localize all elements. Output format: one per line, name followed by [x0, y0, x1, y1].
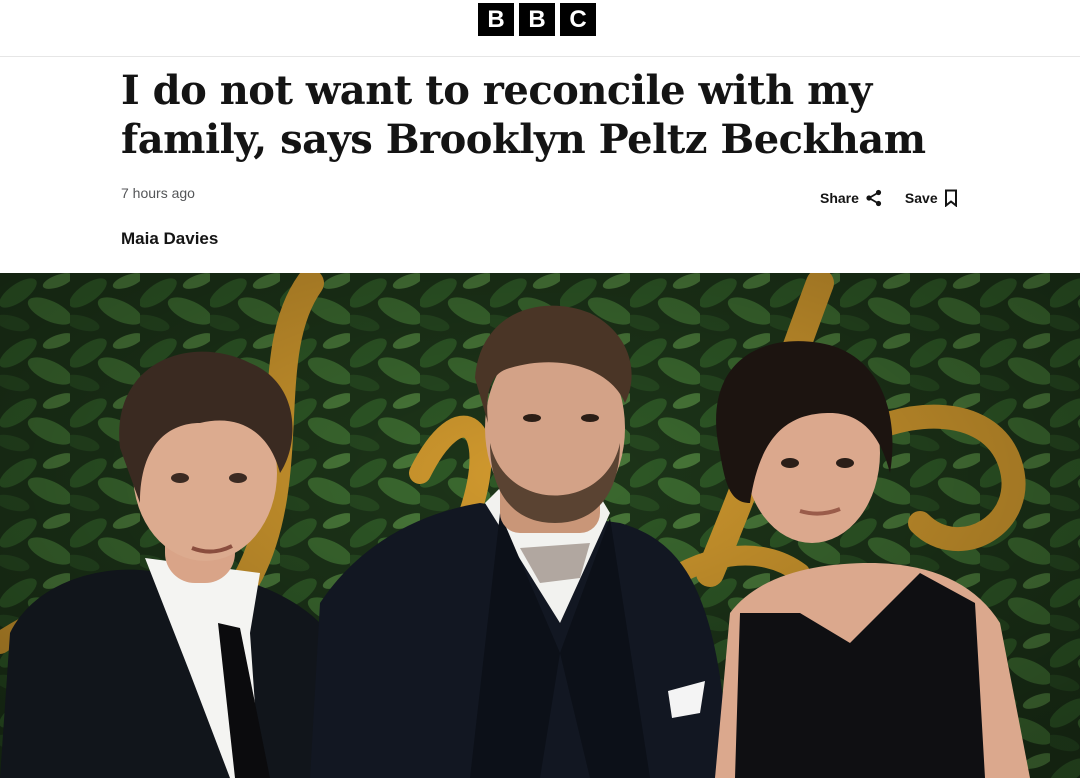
- article-timestamp: 7 hours ago: [121, 185, 195, 201]
- bbc-logo-block-b1: B: [478, 3, 514, 36]
- bookmark-icon: [944, 189, 958, 207]
- share-button[interactable]: Share: [820, 189, 883, 207]
- bbc-logo-block-b2: B: [519, 3, 555, 36]
- bbc-logo[interactable]: B B C: [478, 3, 596, 36]
- site-header: B B C: [0, 0, 1080, 57]
- share-icon: [865, 189, 883, 207]
- bbc-logo-block-c: C: [560, 3, 596, 36]
- article-headline: I do not want to reconcile with my famil…: [121, 67, 926, 163]
- article-byline: Maia Davies: [121, 229, 219, 248]
- save-button[interactable]: Save: [905, 189, 958, 207]
- article-actions: Share Save: [820, 189, 958, 207]
- hero-image: [0, 273, 1080, 778]
- share-label: Share: [820, 190, 859, 206]
- save-label: Save: [904, 190, 938, 206]
